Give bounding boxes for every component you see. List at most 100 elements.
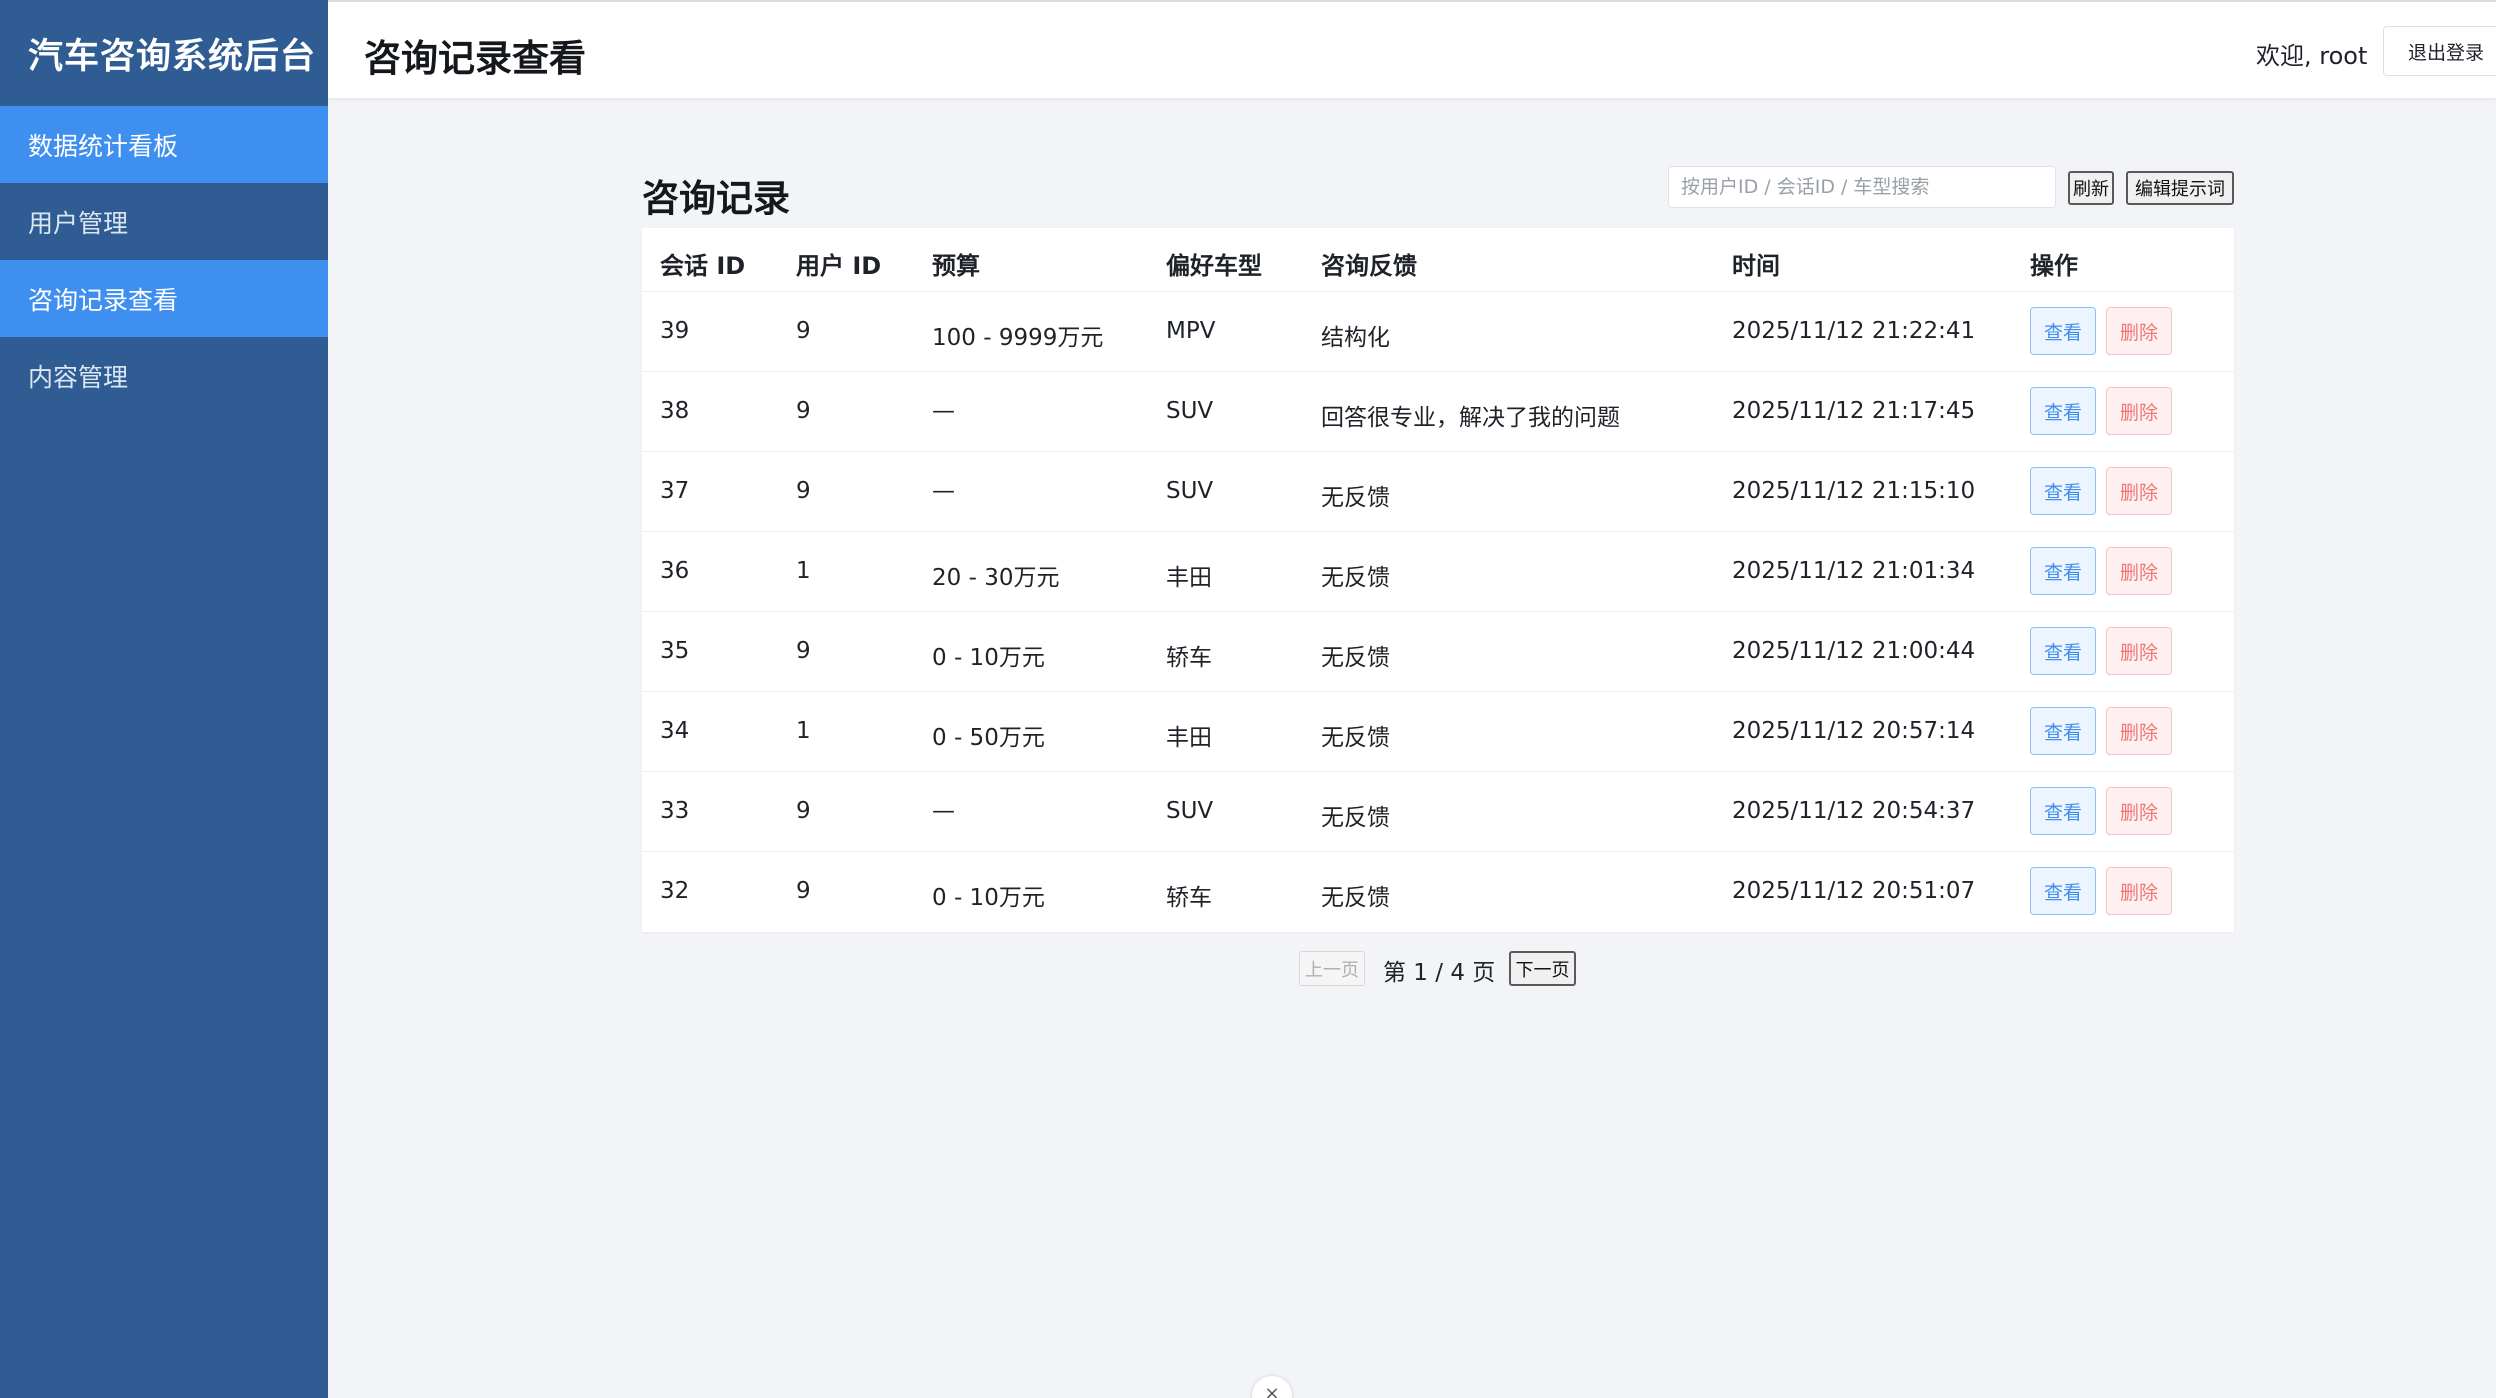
view-button[interactable]: 查看 [2030,707,2096,755]
cell-time: 2025/11/12 21:15:10 [1732,478,1976,504]
logout-button[interactable]: 退出登录 [2383,26,2496,76]
delete-button[interactable]: 删除 [2106,547,2172,595]
delete-button[interactable]: 删除 [2106,627,2172,675]
sidebar-item-content[interactable]: 内容管理 [0,337,328,414]
cell-user-id: 9 [796,878,811,904]
top-header: 咨询记录查看 欢迎, root 退出登录 [328,0,2496,98]
cell-time: 2025/11/12 21:22:41 [1732,318,1976,344]
delete-button[interactable]: 删除 [2106,867,2172,915]
cell-session-id: 36 [660,558,690,584]
cell-car-type: SUV [1166,798,1214,824]
delete-button[interactable]: 删除 [2106,467,2172,515]
cell-feedback: 无反馈 [1321,485,1390,511]
cell-car-type: MPV [1166,318,1216,344]
brand-title: 汽车咨询系统后台 [28,36,317,77]
cell-time: 2025/11/12 21:00:44 [1732,638,1976,664]
cell-car-type: 丰田 [1166,565,1212,591]
cell-session-id: 38 [660,398,690,424]
cell-time: 2025/11/12 21:01:34 [1732,558,1976,584]
table-row: 32 9 0 - 10万元 轿车 无反馈 2025/11/12 20:51:07… [642,852,2234,932]
prev-page-button[interactable]: 上一页 [1299,951,1365,986]
page-title: 咨询记录查看 [364,37,586,80]
cell-user-id: 9 [796,478,811,504]
table-row: 38 9 — SUV 回答很专业，解决了我的问题 2025/11/12 21:1… [642,372,2234,452]
cell-session-id: 35 [660,638,690,664]
delete-button[interactable]: 删除 [2106,387,2172,435]
table-row: 37 9 — SUV 无反馈 2025/11/12 21:15:10 查看 删除 [642,452,2234,532]
cell-budget: 20 - 30万元 [932,565,1060,591]
cell-budget: — [932,798,955,824]
cell-time: 2025/11/12 20:57:14 [1732,718,1976,744]
cell-feedback: 无反馈 [1321,565,1390,591]
view-button[interactable]: 查看 [2030,307,2096,355]
column-header-user-id: 用户 ID [796,252,882,280]
cell-user-id: 1 [796,558,811,584]
table-row: 34 1 0 - 50万元 丰田 无反馈 2025/11/12 20:57:14… [642,692,2234,772]
sidebar-item-label: 咨询记录查看 [28,285,179,315]
next-page-button[interactable]: 下一页 [1509,951,1576,986]
sidebar-item-users[interactable]: 用户管理 [0,183,328,260]
cell-feedback: 无反馈 [1321,885,1390,911]
cell-session-id: 39 [660,318,690,344]
sidebar-item-label: 内容管理 [28,362,129,392]
column-header-session-id: 会话 ID [660,252,746,280]
page-info: 第 1 / 4 页 [1383,960,1496,986]
sidebar: 汽车咨询系统后台 数据统计看板 用户管理 咨询记录查看 内容管理 [0,0,328,1398]
cell-budget: 0 - 10万元 [932,885,1045,911]
cell-time: 2025/11/12 20:51:07 [1732,878,1976,904]
refresh-button[interactable]: 刷新 [2068,171,2114,205]
cell-session-id: 33 [660,798,690,824]
table-row: 35 9 0 - 10万元 轿车 无反馈 2025/11/12 21:00:44… [642,612,2234,692]
column-header-actions: 操作 [2030,252,2078,280]
cell-time: 2025/11/12 20:54:37 [1732,798,1976,824]
cell-user-id: 1 [796,718,811,744]
cell-car-type: SUV [1166,398,1214,424]
delete-button[interactable]: 删除 [2106,787,2172,835]
view-button[interactable]: 查看 [2030,547,2096,595]
cell-time: 2025/11/12 21:17:45 [1732,398,1976,424]
view-button[interactable]: 查看 [2030,627,2096,675]
column-header-feedback: 咨询反馈 [1321,252,1417,280]
cell-feedback: 结构化 [1321,325,1390,351]
view-button[interactable]: 查看 [2030,387,2096,435]
sidebar-item-consult-records[interactable]: 咨询记录查看 [0,260,328,337]
close-icon[interactable]: × [1252,1376,1292,1398]
welcome-text: 欢迎, root [2256,42,2368,70]
delete-button[interactable]: 删除 [2106,707,2172,755]
cell-session-id: 34 [660,718,690,744]
cell-feedback: 无反馈 [1321,645,1390,671]
sidebar-item-label: 数据统计看板 [28,131,179,161]
cell-budget: 0 - 50万元 [932,725,1045,751]
cell-budget: 0 - 10万元 [932,645,1045,671]
column-header-budget: 预算 [932,252,980,280]
column-header-time: 时间 [1732,252,1780,280]
view-button[interactable]: 查看 [2030,867,2096,915]
table-row: 36 1 20 - 30万元 丰田 无反馈 2025/11/12 21:01:3… [642,532,2234,612]
cell-car-type: 轿车 [1166,645,1212,671]
section-title: 咨询记录 [642,177,790,220]
cell-feedback: 无反馈 [1321,805,1390,831]
sidebar-item-dashboard[interactable]: 数据统计看板 [0,106,328,183]
cell-budget: — [932,478,955,504]
column-header-car-type: 偏好车型 [1166,252,1262,280]
cell-car-type: 丰田 [1166,725,1212,751]
delete-button[interactable]: 删除 [2106,307,2172,355]
records-table: 会话 ID 用户 ID 预算 偏好车型 咨询反馈 时间 操作 39 9 100 … [642,228,2234,932]
view-button[interactable]: 查看 [2030,467,2096,515]
cell-feedback: 回答很专业，解决了我的问题 [1321,405,1620,431]
cell-user-id: 9 [796,398,811,424]
cell-feedback: 无反馈 [1321,725,1390,751]
cell-session-id: 37 [660,478,690,504]
sidebar-item-label: 用户管理 [28,208,129,238]
cell-car-type: SUV [1166,478,1214,504]
cell-user-id: 9 [796,638,811,664]
cell-budget: 100 - 9999万元 [932,325,1104,351]
view-button[interactable]: 查看 [2030,787,2096,835]
cell-user-id: 9 [796,318,811,344]
cell-session-id: 32 [660,878,690,904]
search-input[interactable] [1668,166,2056,208]
table-row: 39 9 100 - 9999万元 MPV 结构化 2025/11/12 21:… [642,292,2234,372]
cell-user-id: 9 [796,798,811,824]
cell-car-type: 轿车 [1166,885,1212,911]
edit-prompt-button[interactable]: 编辑提示词 [2126,171,2234,205]
